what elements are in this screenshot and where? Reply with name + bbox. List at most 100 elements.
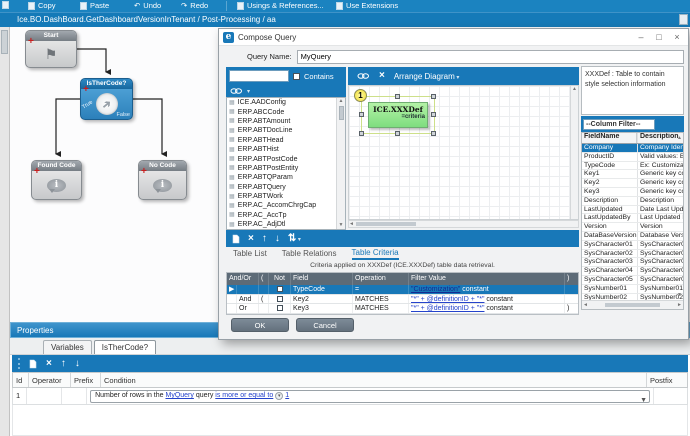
- undo-button[interactable]: ↶Undo: [134, 1, 161, 10]
- not-checkbox[interactable]: [277, 305, 283, 311]
- field-grid-row[interactable]: SysCharacter01SysCharacter01: [582, 241, 683, 250]
- tab-table-criteria[interactable]: Table Criteria: [352, 248, 399, 260]
- tab-table-relations[interactable]: Table Relations: [282, 249, 337, 259]
- scroll-left-arrow[interactable]: ◄: [349, 221, 354, 227]
- use-extensions-button[interactable]: Use Extensions: [336, 1, 398, 10]
- field-grid-row[interactable]: DescriptionDescription: [582, 197, 683, 206]
- open-paren-cell[interactable]: [259, 285, 269, 294]
- node-found-code[interactable]: Found Code + i: [31, 160, 82, 200]
- criteria-row[interactable]: OrKey3MATCHES"*" + @definitionID + "*" c…: [227, 304, 578, 314]
- table-list-scrollbar[interactable]: ▲▼: [336, 98, 345, 229]
- resize-handle[interactable]: [431, 131, 436, 136]
- new-criteria-icon[interactable]: [232, 234, 240, 244]
- field-cell[interactable]: TypeCode: [291, 285, 353, 294]
- close-button[interactable]: ×: [670, 32, 684, 42]
- move-up-icon[interactable]: ↑: [61, 359, 66, 369]
- scroll-top-button[interactable]: [679, 14, 688, 25]
- ok-button[interactable]: OK: [231, 318, 289, 332]
- minimize-button[interactable]: –: [634, 32, 648, 42]
- move-down-icon[interactable]: ↓: [275, 234, 280, 244]
- filter-value-link[interactable]: "Customization": [411, 286, 460, 293]
- delete-icon[interactable]: ×: [46, 359, 52, 369]
- field-grid-row[interactable]: ProductIDValid values: B: [582, 153, 683, 162]
- close-paren-cell[interactable]: [565, 285, 578, 294]
- field-grid-row[interactable]: LastUpdatedByLast Updated By: [582, 214, 683, 223]
- open-paren-cell[interactable]: (: [259, 295, 269, 304]
- criteria-row[interactable]: And( Key2MATCHES"*" + @definitionID + "*"…: [227, 295, 578, 305]
- field-grid-row[interactable]: SysCharacter05SysCharacter05: [582, 276, 683, 285]
- resize-handle[interactable]: [395, 94, 400, 99]
- filter-value-link[interactable]: "*" + @definitionID + "*": [411, 305, 484, 312]
- field-grid-row[interactable]: Key2Generic key component: [582, 179, 683, 188]
- collapsed-panel-tab[interactable]: [1, 30, 8, 54]
- paste-button[interactable]: Paste: [80, 1, 109, 10]
- field-grid-hscrollbar[interactable]: ◄►: [582, 300, 683, 309]
- not-checkbox[interactable]: [277, 286, 283, 292]
- list-item[interactable]: ▦ERP.ABTPostCode: [227, 154, 345, 163]
- scroll-left-arrow[interactable]: ◄: [583, 302, 588, 308]
- scroll-down-arrow[interactable]: ▼: [677, 292, 682, 298]
- condition-row[interactable]: 1 Number of rows in the MyQuery query is…: [12, 388, 688, 405]
- field-grid-row[interactable]: VersionVersion: [582, 223, 683, 232]
- field-grid-row[interactable]: SysCharacter04SysCharacter04: [582, 267, 683, 276]
- list-item[interactable]: ▦ERP.ABCCode: [227, 107, 345, 116]
- usings-references-button[interactable]: Usings & References...: [237, 1, 324, 10]
- node-start[interactable]: Start + ⚑: [25, 30, 77, 68]
- query-diagram-canvas[interactable]: ICE.XXXDef =criteria 1 ▲: [348, 85, 579, 220]
- field-cell[interactable]: Key2: [291, 295, 353, 304]
- toolbar-grip[interactable]: [18, 358, 20, 369]
- arrange-diagram-button[interactable]: Arrange Diagram ▾: [394, 72, 460, 81]
- resize-handle[interactable]: [431, 112, 436, 117]
- list-item[interactable]: ▦ERP.ABTDocLine: [227, 126, 345, 135]
- query-table-node[interactable]: ICE.XXXDef =criteria: [368, 102, 428, 128]
- filter-value-link[interactable]: "*" + @definitionID + "*": [411, 296, 484, 303]
- field-cell[interactable]: Key3: [291, 304, 353, 313]
- list-item[interactable]: ▦ERP.AC_AccomChrgCap: [227, 201, 345, 210]
- chevron-down-icon[interactable]: ▾: [247, 88, 250, 95]
- list-item[interactable]: ▦ERP.AC_AdjDtl: [227, 220, 345, 229]
- andor-cell[interactable]: And: [237, 295, 259, 304]
- list-item[interactable]: ▦ERP.ABTQParam: [227, 173, 345, 182]
- remove-table-icon[interactable]: ×: [379, 71, 385, 81]
- field-grid-row[interactable]: Key3Generic key component: [582, 188, 683, 197]
- scroll-down-arrow[interactable]: ▼: [337, 222, 345, 228]
- list-item[interactable]: ▦ERP.ABTWork: [227, 192, 345, 201]
- contains-checkbox[interactable]: [293, 73, 300, 80]
- new-row-icon[interactable]: [29, 359, 37, 369]
- field-grid-row[interactable]: SysNumber01SysNumber01: [582, 285, 683, 294]
- copy-button[interactable]: Copy: [28, 1, 56, 10]
- chevron-down-icon[interactable]: ▼: [640, 393, 647, 403]
- operation-cell[interactable]: MATCHES: [353, 295, 409, 304]
- list-item[interactable]: ▦ERP.ABTHead: [227, 136, 345, 145]
- field-grid-row[interactable]: Key1Generic key component: [582, 170, 683, 179]
- scrollbar-thumb[interactable]: [356, 222, 416, 226]
- move-up-icon[interactable]: ↑: [262, 234, 267, 244]
- resize-handle[interactable]: [359, 112, 364, 117]
- field-grid-row[interactable]: CompanyCompany Identifier: [582, 144, 683, 153]
- node-no-code[interactable]: No Code + i: [138, 160, 187, 200]
- resize-handle[interactable]: [395, 131, 400, 136]
- resize-handle[interactable]: [431, 94, 436, 99]
- tab-table-list[interactable]: Table List: [233, 249, 267, 259]
- scrollbar-thumb[interactable]: [339, 106, 344, 120]
- list-item[interactable]: ▦ICE.AADConfig: [227, 98, 345, 107]
- scroll-right-arrow[interactable]: ►: [677, 302, 682, 308]
- condition-combobox[interactable]: Number of rows in the MyQuery query is m…: [90, 390, 650, 403]
- open-paren-cell[interactable]: [259, 304, 269, 313]
- dropdown-circle-icon[interactable]: ▾: [275, 392, 283, 400]
- field-grid-row[interactable]: DataBaseVersionDatabase Version: [582, 232, 683, 241]
- operation-cell[interactable]: =: [353, 285, 409, 294]
- diagram-hscrollbar[interactable]: ◄: [348, 220, 579, 228]
- field-grid-row[interactable]: TypeCodeEx: Customization: [582, 162, 683, 171]
- diagram-vscrollbar[interactable]: ▲: [570, 86, 578, 219]
- field-grid-row[interactable]: SysCharacter02SysCharacter02: [582, 250, 683, 259]
- scrollbar-thumb[interactable]: [605, 303, 660, 307]
- list-item[interactable]: ▦ERP.ABTQuery: [227, 183, 345, 192]
- tab-isthercode[interactable]: IsTherCode?: [94, 340, 156, 354]
- not-checkbox[interactable]: [277, 296, 283, 302]
- list-item[interactable]: ▦ERP.ABTAmount: [227, 117, 345, 126]
- table-search-input[interactable]: [229, 70, 289, 82]
- field-grid-row[interactable]: SysCharacter03SysCharacter03: [582, 258, 683, 267]
- andor-cell[interactable]: [237, 285, 259, 294]
- node-condition[interactable]: IsTherCode? + True ➔ False: [80, 78, 133, 120]
